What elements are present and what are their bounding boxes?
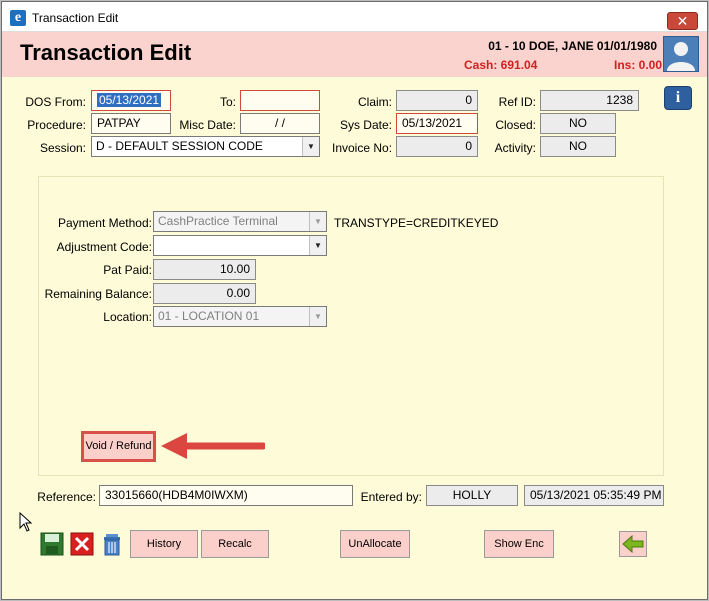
adjustment-code-select[interactable]: ▼ bbox=[153, 235, 327, 256]
remaining-balance-field: 0.00 bbox=[153, 283, 256, 304]
cash-balance: Cash: 691.04 bbox=[464, 58, 538, 72]
remaining-balance-label: Remaining Balance: bbox=[44, 287, 152, 301]
dos-from-value: 05/13/2021 bbox=[97, 93, 162, 107]
recalc-button[interactable]: Recalc bbox=[201, 530, 269, 558]
pat-paid-label: Pat Paid: bbox=[103, 263, 152, 277]
header-banner: Transaction Edit 01 - 10 DOE, JANE 01/01… bbox=[2, 32, 707, 77]
location-value: 01 - LOCATION 01 bbox=[158, 309, 260, 323]
to-label: To: bbox=[219, 95, 236, 109]
delete-button[interactable] bbox=[100, 532, 124, 556]
dos-from-label: DOS From: bbox=[25, 95, 86, 109]
void-refund-button[interactable]: Void / Refund bbox=[81, 431, 156, 462]
page-title: Transaction Edit bbox=[20, 40, 192, 65]
session-value: D - DEFAULT SESSION CODE bbox=[96, 139, 263, 153]
claim-field: 0 bbox=[396, 90, 478, 111]
chevron-down-icon: ▼ bbox=[309, 212, 326, 231]
show-enc-button[interactable]: Show Enc bbox=[484, 530, 554, 558]
misc-date-label: Misc Date: bbox=[179, 118, 236, 132]
invoice-field: 0 bbox=[396, 136, 478, 157]
app-e-icon: e bbox=[10, 10, 26, 26]
pat-paid-field: 10.00 bbox=[153, 259, 256, 280]
window-title: Transaction Edit bbox=[32, 11, 119, 25]
back-button[interactable] bbox=[619, 531, 647, 557]
mouse-cursor-icon bbox=[19, 512, 33, 532]
payment-method-label: Payment Method: bbox=[57, 216, 152, 230]
reference-field[interactable]: 33015660(HDB4M0IWXM) bbox=[99, 485, 353, 506]
transaction-edit-window: e Transaction Edit ✕ Transaction Edit 01… bbox=[1, 1, 708, 600]
invoice-label: Invoice No: bbox=[332, 141, 393, 155]
entered-by-field: HOLLY bbox=[426, 485, 518, 506]
to-field[interactable] bbox=[240, 90, 320, 111]
patient-info: 01 - 10 DOE, JANE 01/01/1980 bbox=[488, 39, 657, 53]
transtype-text: TRANSTYPE=CREDITKEYED bbox=[334, 216, 499, 230]
red-arrow-icon bbox=[161, 433, 265, 459]
closed-label: Closed: bbox=[495, 118, 536, 132]
location-label: Location: bbox=[103, 310, 152, 324]
title-bar: e Transaction Edit ✕ bbox=[2, 2, 707, 32]
payment-method-select: CashPractice Terminal ▼ bbox=[153, 211, 327, 232]
chevron-down-icon: ▼ bbox=[309, 307, 326, 326]
info-icon: i bbox=[675, 89, 681, 106]
unallocate-button[interactable]: UnAllocate bbox=[340, 530, 410, 558]
sys-date-label: Sys Date: bbox=[339, 118, 392, 132]
save-icon bbox=[40, 532, 64, 556]
chevron-down-icon[interactable]: ▼ bbox=[302, 137, 319, 156]
procedure-label: Procedure: bbox=[27, 118, 86, 132]
entered-time-field: 05/13/2021 05:35:49 PM bbox=[524, 485, 664, 506]
trash-icon bbox=[104, 534, 120, 556]
reference-label: Reference: bbox=[37, 490, 96, 504]
procedure-field[interactable]: PATPAY bbox=[91, 113, 171, 134]
adjustment-code-label: Adjustment Code: bbox=[56, 240, 152, 254]
avatar[interactable] bbox=[663, 36, 699, 72]
activity-field: NO bbox=[540, 136, 616, 157]
misc-date-field[interactable]: / / bbox=[240, 113, 320, 134]
close-button[interactable]: ✕ bbox=[667, 12, 698, 30]
save-button[interactable] bbox=[40, 532, 64, 556]
sys-date-field[interactable]: 05/13/2021 bbox=[396, 113, 478, 134]
session-label: Session: bbox=[39, 141, 86, 155]
ref-id-field: 1238 bbox=[540, 90, 639, 111]
cancel-button[interactable] bbox=[70, 532, 94, 556]
history-button[interactable]: History bbox=[130, 530, 198, 558]
closed-field: NO bbox=[540, 113, 616, 134]
session-select[interactable]: D - DEFAULT SESSION CODE ▼ bbox=[91, 136, 320, 157]
dos-from-field[interactable]: 05/13/2021 bbox=[91, 90, 171, 111]
cancel-icon bbox=[70, 532, 94, 556]
location-select: 01 - LOCATION 01 ▼ bbox=[153, 306, 327, 327]
ref-id-label: Ref ID: bbox=[498, 95, 536, 109]
back-arrow-icon bbox=[622, 534, 644, 554]
activity-label: Activity: bbox=[494, 141, 536, 155]
entered-by-label: Entered by: bbox=[360, 490, 422, 504]
chevron-down-icon[interactable]: ▼ bbox=[309, 236, 326, 255]
payment-method-value: CashPractice Terminal bbox=[158, 214, 278, 228]
info-button[interactable]: i bbox=[664, 86, 692, 110]
ins-balance: Ins: 0.00 bbox=[614, 58, 663, 72]
claim-label: Claim: bbox=[357, 95, 392, 109]
